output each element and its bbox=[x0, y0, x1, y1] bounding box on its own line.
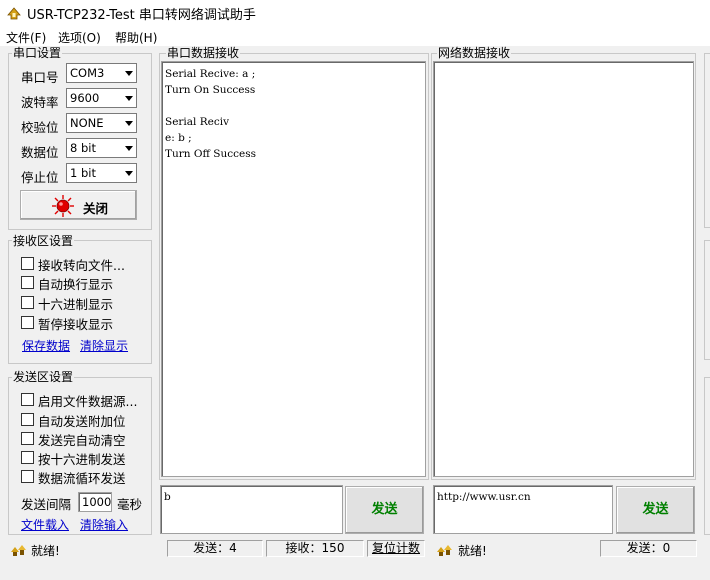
menu-help[interactable]: 帮助(H) bbox=[115, 29, 157, 46]
indicator-light-icon bbox=[52, 195, 74, 217]
checkbox[interactable] bbox=[21, 276, 34, 289]
option-label: 暂停接收显示 bbox=[38, 317, 114, 332]
baud-select[interactable]: 9600 bbox=[66, 88, 137, 108]
network-send-input[interactable]: http://www.usr.cn bbox=[433, 485, 613, 534]
network-send-text: http://www.usr.cn bbox=[437, 491, 531, 503]
network-send-button[interactable]: 发送 bbox=[616, 486, 695, 534]
stopbits-select[interactable]: 1 bit bbox=[66, 163, 137, 183]
right-panel-edge bbox=[704, 240, 710, 360]
parity-label: 校验位 bbox=[21, 120, 59, 135]
close-button-label: 关闭 bbox=[83, 201, 109, 216]
right-panel-edge bbox=[704, 377, 710, 535]
checkbox[interactable] bbox=[21, 316, 34, 329]
serial-receive-title: 串口数据接收 bbox=[166, 46, 241, 60]
option-label: 接收转向文件... bbox=[38, 258, 125, 273]
chevron-down-icon bbox=[119, 64, 136, 82]
network-receive-area[interactable] bbox=[433, 61, 694, 477]
option-label: 自动换行显示 bbox=[38, 277, 114, 292]
status-icon bbox=[437, 545, 452, 556]
port-label: 串口号 bbox=[21, 70, 59, 85]
databits-select[interactable]: 8 bit bbox=[66, 138, 137, 158]
interval-input[interactable]: 1000 bbox=[78, 492, 112, 512]
clear-input-link[interactable]: 清除输入 bbox=[80, 516, 128, 533]
reset-counter-button[interactable]: 复位计数 bbox=[367, 540, 425, 557]
left-status-text: 就绪! bbox=[31, 544, 60, 558]
save-data-link[interactable]: 保存数据 bbox=[22, 337, 70, 354]
file-load-link[interactable]: 文件载入 bbox=[21, 516, 69, 533]
right-panel-edge bbox=[704, 53, 710, 228]
port-value: COM3 bbox=[70, 66, 105, 80]
serial-send-button[interactable]: 发送 bbox=[345, 486, 424, 534]
option-label: 按十六进制发送 bbox=[38, 452, 126, 467]
close-port-button[interactable]: 关闭 bbox=[20, 190, 137, 220]
serial-settings-title: 串口设置 bbox=[12, 46, 63, 60]
interval-unit: 毫秒 bbox=[117, 497, 143, 512]
checkbox[interactable] bbox=[21, 451, 34, 464]
option-label: 自动发送附加位 bbox=[38, 414, 126, 429]
status-icon bbox=[11, 545, 26, 556]
send-counter: 发送：4 bbox=[167, 540, 263, 557]
menu-file[interactable]: 文件(F) bbox=[6, 29, 46, 46]
checkbox[interactable] bbox=[21, 296, 34, 309]
option-label: 数据流循环发送 bbox=[38, 471, 126, 486]
window-title: USR-TCP232-Test 串口转网络调试助手 bbox=[27, 8, 256, 23]
serial-receive-area[interactable]: Serial Recive: a ; Turn On Success Seria… bbox=[161, 61, 426, 477]
checkbox[interactable] bbox=[21, 257, 34, 270]
menu-bar: 文件(F) 选项(O) 帮助(H) bbox=[0, 26, 710, 46]
port-select[interactable]: COM3 bbox=[66, 63, 137, 83]
network-send-counter: 发送：0 bbox=[600, 540, 697, 557]
baud-label: 波特率 bbox=[21, 95, 59, 110]
serial-receive-content: Serial Recive: a ; Turn On Success Seria… bbox=[165, 68, 256, 160]
checkbox[interactable] bbox=[21, 393, 34, 406]
baud-value: 9600 bbox=[70, 91, 100, 105]
interval-value: 1000 bbox=[82, 495, 112, 509]
serial-send-text: b bbox=[164, 491, 171, 503]
parity-select[interactable]: NONE bbox=[66, 113, 137, 133]
option-label: 启用文件数据源... bbox=[38, 394, 138, 409]
receive-counter: 接收：150 bbox=[266, 540, 364, 557]
send-settings-title: 发送区设置 bbox=[12, 370, 75, 384]
chevron-down-icon bbox=[119, 114, 136, 132]
databits-value: 8 bit bbox=[70, 141, 96, 155]
receive-settings-title: 接收区设置 bbox=[12, 234, 75, 248]
menu-options[interactable]: 选项(O) bbox=[58, 29, 101, 46]
stopbits-value: 1 bit bbox=[70, 166, 96, 180]
chevron-down-icon bbox=[119, 164, 136, 182]
checkbox[interactable] bbox=[21, 470, 34, 483]
chevron-down-icon bbox=[119, 139, 136, 157]
checkbox[interactable] bbox=[21, 432, 34, 445]
network-receive-title: 网络数据接收 bbox=[437, 46, 512, 60]
chevron-down-icon bbox=[119, 89, 136, 107]
right-status-text: 就绪! bbox=[458, 544, 487, 558]
stopbits-label: 停止位 bbox=[21, 170, 59, 185]
databits-label: 数据位 bbox=[21, 145, 59, 160]
app-icon bbox=[7, 7, 21, 20]
title-bar: USR-TCP232-Test 串口转网络调试助手 bbox=[0, 0, 710, 26]
option-label: 发送完自动清空 bbox=[38, 433, 126, 448]
parity-value: NONE bbox=[70, 116, 104, 130]
checkbox[interactable] bbox=[21, 413, 34, 426]
clear-display-link[interactable]: 清除显示 bbox=[80, 337, 128, 354]
serial-send-input[interactable]: b bbox=[160, 485, 343, 534]
option-label: 十六进制显示 bbox=[38, 297, 114, 312]
interval-label: 发送间隔 bbox=[21, 497, 72, 512]
